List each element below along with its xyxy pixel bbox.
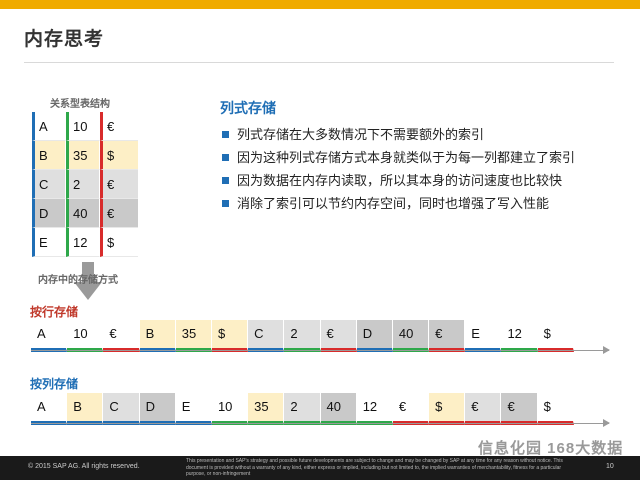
disclaimer: This presentation and SAP's strategy and… <box>186 458 563 477</box>
col-store-cell: B <box>67 393 104 425</box>
bullet-square-icon <box>222 131 229 138</box>
row-store-cell: 35 <box>175 320 212 352</box>
relational-cell: € <box>100 170 138 199</box>
relational-cell: 40 <box>66 199 100 228</box>
col-store-cell: 2 <box>284 393 321 425</box>
row-store-cell: 2 <box>284 320 321 352</box>
page-title: 内存思考 <box>24 29 105 50</box>
col-store-cell: € <box>465 393 502 425</box>
relational-cell: 2 <box>66 170 100 199</box>
col-store-cell: C <box>103 393 140 425</box>
bullet-list: 列式存储在大多数情况下不需要额外的索引因为这种列式存储方式本身就类似于为每一列都… <box>220 126 630 213</box>
relational-cell: € <box>100 112 138 141</box>
bullet-item: 因为这种列式存储方式本身就类似于为每一列都建立了索引 <box>220 149 630 167</box>
col-store-cell: 12 <box>356 393 393 425</box>
row-store-cell: $ <box>211 320 249 352</box>
row-store-cell: C <box>248 320 285 352</box>
watermark: 信息化园 168大数据 <box>478 440 624 457</box>
column-store-label: 按列存储 <box>30 377 79 391</box>
top-accent-bar <box>0 0 640 9</box>
relational-row: E 12 $ <box>32 228 138 257</box>
footer: © 2015 SAP AG. All rights reserved. This… <box>0 456 640 480</box>
bullet-text: 消除了索引可以节约内存空间，同时也增强了写入性能 <box>237 196 550 211</box>
col-store-cell: 35 <box>248 393 285 425</box>
row-store-cell: B <box>139 320 176 352</box>
copyright: © 2015 SAP AG. All rights reserved. <box>28 463 140 470</box>
bullet-square-icon <box>222 200 229 207</box>
title-divider <box>24 62 614 63</box>
row-store-cell: D <box>356 320 393 352</box>
bullet-item: 列式存储在大多数情况下不需要额外的索引 <box>220 126 630 144</box>
relational-cell: E <box>32 228 66 257</box>
col-store-cell: A <box>31 393 68 425</box>
row-store-label: 按行存储 <box>30 305 79 319</box>
bullet-item: 消除了索引可以节约内存空间，同时也增强了写入性能 <box>220 195 630 213</box>
col-store-cell: 10 <box>211 393 249 425</box>
relational-row: D 40 € <box>32 199 138 228</box>
column-store-strip: A B C D E 10 35 2 40 12 € $ € € $ <box>31 393 574 425</box>
row-store-cell: 12 <box>501 320 538 352</box>
relational-cell: $ <box>100 228 138 257</box>
row-store-cell: $ <box>537 320 574 352</box>
row-store-strip: A 10 € B 35 $ C 2 € D 40 € E 12 $ <box>31 320 574 352</box>
row-store-arrow <box>31 346 610 354</box>
columnar-section: 列式存储 列式存储在大多数情况下不需要额外的索引因为这种列式存储方式本身就类似于… <box>220 98 630 218</box>
col-store-cell: E <box>175 393 212 425</box>
row-store-cell: A <box>31 320 68 352</box>
bullet-text: 因为这种列式存储方式本身就类似于为每一列都建立了索引 <box>237 150 576 165</box>
relational-cell: 12 <box>66 228 100 257</box>
col-store-cell: $ <box>537 393 574 425</box>
relational-cell: 35 <box>66 141 100 170</box>
relational-cell: € <box>100 199 138 228</box>
bullet-text: 因为数据在内存内读取，所以其本身的访问速度也比较快 <box>237 173 563 188</box>
row-store-cell: € <box>103 320 140 352</box>
column-store-arrow <box>31 419 610 427</box>
columnar-heading: 列式存储 <box>220 100 276 116</box>
relational-table: A 10 € B 35 $ C 2 € D 40 € E 12 $ <box>32 112 138 257</box>
memory-storage-label: 内存中的存储方式 <box>38 275 118 286</box>
col-store-cell: € <box>501 393 538 425</box>
relational-cell: B <box>32 141 66 170</box>
row-store-cell: € <box>429 320 466 352</box>
relational-cell: $ <box>100 141 138 170</box>
col-store-cell: 40 <box>320 393 357 425</box>
bullet-text: 列式存储在大多数情况下不需要额外的索引 <box>237 127 485 142</box>
row-store-cell: 10 <box>67 320 104 352</box>
col-store-cell: € <box>392 393 430 425</box>
relational-cell: D <box>32 199 66 228</box>
row-store-cell: € <box>320 320 357 352</box>
relational-table-label: 关系型表结构 <box>50 99 110 110</box>
bullet-item: 因为数据在内存内读取，所以其本身的访问速度也比较快 <box>220 172 630 190</box>
relational-row: C 2 € <box>32 170 138 199</box>
col-store-cell: D <box>139 393 176 425</box>
col-store-cell: $ <box>429 393 466 425</box>
row-store-cell: 40 <box>392 320 430 352</box>
relational-cell: A <box>32 112 66 141</box>
row-store-cell: E <box>465 320 502 352</box>
bullet-square-icon <box>222 177 229 184</box>
relational-row: B 35 $ <box>32 141 138 170</box>
relational-cell: C <box>32 170 66 199</box>
relational-row: A 10 € <box>32 112 138 141</box>
bullet-square-icon <box>222 154 229 161</box>
page-number: 10 <box>606 463 614 470</box>
relational-cell: 10 <box>66 112 100 141</box>
